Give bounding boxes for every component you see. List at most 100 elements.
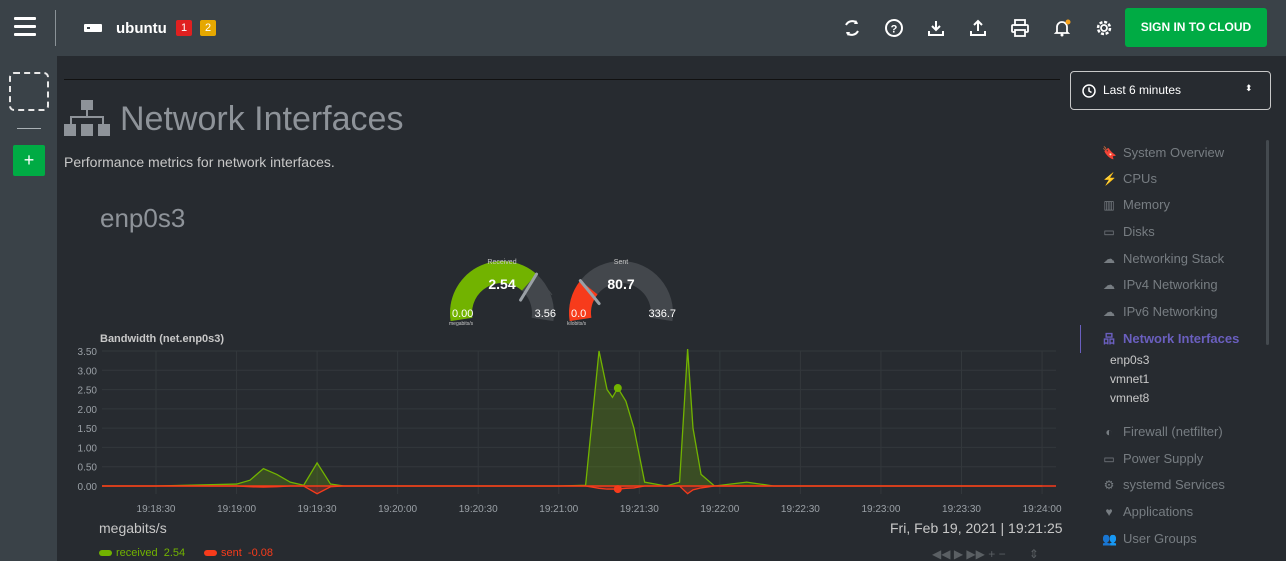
server-icon <box>84 24 102 32</box>
zoom-in-icon[interactable]: + <box>988 547 995 561</box>
legend-label: received <box>116 547 158 559</box>
sidebar-item[interactable]: 👥 User Groups <box>1102 531 1197 546</box>
sort-caret-icon: ⬍ <box>1245 83 1253 93</box>
notifications-bell-icon[interactable] <box>1052 18 1072 38</box>
chart-toolbox[interactable]: ◀◀ ▶ ▶▶ + − ⇕ <box>932 547 1062 561</box>
time-range-label: Last 6 minutes <box>1103 83 1182 97</box>
x-tick-label: 19:19:30 <box>298 504 337 515</box>
sidebar-item[interactable]: ⚡ CPUs <box>1102 171 1157 186</box>
upload-icon[interactable] <box>968 18 988 38</box>
y-tick-label: 3.50 <box>78 347 98 358</box>
bandwidth-chart[interactable]: 3.50 3.00 2.50 2.00 1.50 1.00 0.50 0.00 19:18:30… <box>64 340 1064 520</box>
hover-marker-received <box>613 384 622 393</box>
sign-in-to-cloud-button[interactable]: SIGN IN TO CLOUD <box>1125 8 1267 47</box>
history-icon <box>1082 84 1096 98</box>
sidebar-item[interactable]: ▭ Disks <box>1102 224 1155 239</box>
x-tick-label: 19:21:00 <box>539 504 578 515</box>
space-placeholder[interactable] <box>9 72 49 111</box>
sidebar-item-label: Network Interfaces <box>1123 331 1240 346</box>
y-tick-label: 3.00 <box>78 366 98 377</box>
sitemap-icon <box>64 100 110 136</box>
time-range-picker[interactable]: Last 6 minutes ⬍ <box>1070 71 1271 110</box>
sidebar-item[interactable]: ▭ Power Supply <box>1102 451 1203 466</box>
svg-text:?: ? <box>891 24 898 36</box>
x-tick-label: 19:18:30 <box>137 504 176 515</box>
x-tick-label: 19:21:30 <box>620 504 659 515</box>
sidebar-item-label: IPv6 Networking <box>1123 304 1218 319</box>
gauge-max: 3.56 <box>535 308 556 320</box>
sidebar-item-label: Power Supply <box>1123 451 1204 466</box>
sidebar-item[interactable]: ☁ IPv6 Networking <box>1102 304 1218 319</box>
heartbeat-icon: ♥ <box>1105 505 1113 519</box>
x-tick-label: 19:20:30 <box>459 504 498 515</box>
hover-marker-sent <box>613 485 622 494</box>
x-tick-label: 19:19:00 <box>217 504 256 515</box>
x-tick-label: 19:23:30 <box>942 504 981 515</box>
hdd-icon: ▭ <box>1103 225 1115 239</box>
sidebar-item[interactable]: ☁ IPv4 Networking <box>1102 277 1218 292</box>
gauge-min: 0.0 <box>571 308 586 320</box>
gauge-min: 0.00 <box>452 308 473 320</box>
legend-sent[interactable]: sent -0.08 <box>204 547 273 559</box>
sidebar-item[interactable]: 🔖 System Overview <box>1102 145 1224 160</box>
sidebar-item[interactable]: ▥ Memory <box>1102 197 1170 212</box>
sidebar-item-label: Disks <box>1123 224 1155 239</box>
series-line-received <box>102 349 1043 487</box>
sidebar-subitem[interactable]: enp0s3 <box>1110 353 1149 367</box>
pan-left-icon[interactable]: ◀◀ <box>932 547 950 561</box>
legend-swatch <box>99 550 112 557</box>
settings-gear-icon[interactable] <box>1094 18 1114 38</box>
series-area-sent <box>102 486 1043 494</box>
active-indicator <box>1080 325 1081 353</box>
cloud-icon: ☁ <box>1103 305 1115 319</box>
pan-right-icon[interactable]: ▶▶ <box>966 547 984 561</box>
sidebar-item[interactable]: 品 Network Interfaces <box>1102 330 1239 347</box>
x-tick-label: 19:23:00 <box>861 504 900 515</box>
play-icon[interactable]: ▶ <box>954 547 963 561</box>
print-icon[interactable] <box>1010 18 1030 38</box>
interface-title: enp0s3 <box>100 203 186 233</box>
shield-icon: ◐ <box>1105 425 1113 439</box>
sidebar-item-label: Memory <box>1123 197 1170 212</box>
menu-icon[interactable] <box>14 17 36 37</box>
y-tick-label: 0.00 <box>78 482 98 493</box>
sidebar-item-label: System Overview <box>1123 145 1225 160</box>
zoom-out-icon[interactable]: − <box>999 547 1006 561</box>
sidebar-item-label: systemd Services <box>1123 477 1225 492</box>
legend-received[interactable]: received 2.54 <box>99 547 185 559</box>
resize-handle-icon[interactable]: ⇕ <box>1029 547 1039 561</box>
sent-gauge[interactable]: Sent 80.7 0.0 kilobits/s 336.7 <box>563 255 693 335</box>
sidebar-subitem[interactable]: vmnet8 <box>1110 391 1149 405</box>
legend-value: 2.54 <box>163 547 186 559</box>
legend-value: -0.08 <box>247 547 273 559</box>
sitemap-icon: 品 <box>1102 332 1115 346</box>
received-gauge[interactable]: Received 2.54 0.00 megabits/s 3.56 <box>444 255 574 335</box>
series-area-received <box>102 349 1043 486</box>
sidebar-item[interactable]: ♥ Applications <box>1102 504 1193 519</box>
sidebar-item-label: Applications <box>1123 504 1194 519</box>
sidebar-item[interactable]: ☁ Networking Stack <box>1102 251 1224 266</box>
sidebar-subitem[interactable]: vmnet1 <box>1110 372 1149 386</box>
sidebar-item[interactable]: ⚙ systemd Services <box>1102 477 1225 492</box>
alarm-warning-badge[interactable]: 2 <box>200 20 216 36</box>
add-space-button[interactable]: + <box>13 145 45 176</box>
bolt-icon: ⚡ <box>1102 172 1117 186</box>
gauge-max: 336.7 <box>648 308 676 320</box>
help-icon[interactable]: ? <box>884 18 904 38</box>
gauge-title: Received <box>487 259 516 266</box>
y-tick-label: 1.50 <box>78 424 98 435</box>
download-icon[interactable] <box>926 18 946 38</box>
topbar-divider <box>55 10 56 46</box>
refresh-icon[interactable] <box>842 18 862 38</box>
chart-datetime: Fri, Feb 19, 2021 | 19:21:25 <box>890 520 1063 536</box>
y-tick-label: 1.00 <box>78 443 98 454</box>
sidebar-item[interactable]: ◐ Firewall (netfilter) <box>1102 424 1222 439</box>
gauge-value: 2.54 <box>488 276 515 292</box>
sidebar-scrollbar[interactable] <box>1266 140 1269 345</box>
host-name[interactable]: ubuntu <box>116 20 167 37</box>
x-tick-label: 19:22:30 <box>781 504 820 515</box>
cloud-icon: ☁ <box>1103 252 1115 266</box>
series-line-sent <box>102 485 1043 495</box>
memory-icon: ▥ <box>1103 198 1115 212</box>
alarm-critical-badge[interactable]: 1 <box>176 20 192 36</box>
